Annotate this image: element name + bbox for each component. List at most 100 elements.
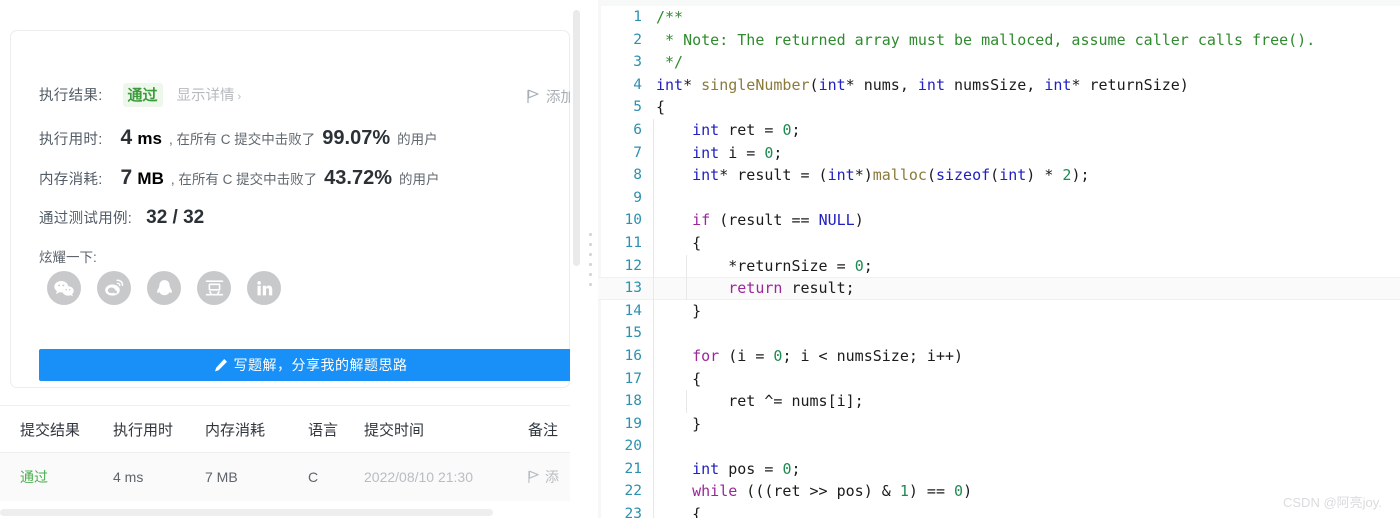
- code-line[interactable]: 10 if (result == NULL): [598, 209, 1400, 232]
- cell-note-button[interactable]: 添: [528, 467, 559, 487]
- code-token: for: [692, 346, 720, 365]
- col-header-memory: 内存消耗: [205, 421, 266, 439]
- col-header-runtime: 执行用时: [113, 421, 174, 439]
- testcases-row: 通过测试用例: 32 / 32: [39, 207, 204, 229]
- code-line[interactable]: 11 {: [598, 231, 1400, 255]
- code-token: ;: [791, 459, 801, 478]
- col-header-result: 提交结果: [20, 421, 81, 439]
- code-token: int: [692, 166, 720, 185]
- indent-guide: [653, 457, 654, 481]
- code-line[interactable]: 9: [598, 186, 1400, 210]
- code-line[interactable]: 17 {: [598, 367, 1400, 391]
- code-line[interactable]: 15: [598, 322, 1400, 345]
- code-line[interactable]: 14 }: [598, 299, 1400, 323]
- code-line[interactable]: 8 int* result = (int*)malloc(sizeof(int)…: [598, 164, 1400, 187]
- code-line-text: int ret = 0;: [656, 119, 800, 142]
- code-token: ;: [773, 143, 783, 162]
- douban-icon[interactable]: [197, 271, 231, 305]
- runtime-row: 执行用时: 4 ms , 在所有 C 提交中击败了 99.07% 的用户: [39, 126, 438, 150]
- col-header-time: 提交时间: [364, 421, 425, 439]
- code-token: (((ret >> pos) &: [737, 482, 900, 501]
- line-number: 17: [624, 370, 642, 387]
- code-line-text: {: [656, 232, 701, 255]
- wechat-icon[interactable]: [47, 271, 81, 305]
- code-line[interactable]: 1 /**: [598, 6, 1400, 29]
- code-token: * nums,: [845, 75, 918, 94]
- code-line[interactable]: 4 int* singleNumber(int* nums, int numsSi…: [598, 74, 1400, 97]
- code-token: numsSize,: [945, 75, 1045, 94]
- code-token: *: [683, 75, 702, 94]
- memory-percentile: 43.72%: [324, 167, 392, 189]
- code-line[interactable]: 7 int i = 0;: [598, 141, 1400, 165]
- status-badge: 通过: [122, 83, 163, 107]
- indent-guide: [653, 299, 654, 323]
- code-token: ret =: [719, 120, 783, 139]
- memory-unit: MB: [137, 169, 164, 188]
- code-token: int: [656, 75, 684, 94]
- pane-resize-handle[interactable]: [582, 0, 598, 518]
- flag-icon: [528, 470, 539, 483]
- code-token: /**: [656, 8, 684, 26]
- cell-time: 2022/08/10 21:30: [364, 469, 473, 485]
- code-line[interactable]: 5{: [598, 96, 1400, 119]
- runtime-comparison-text: , 在所有 C 提交中击败了: [169, 132, 316, 147]
- code-line-text: * Note: The returned array must be mallo…: [656, 29, 1315, 52]
- cell-result[interactable]: 通过: [20, 467, 48, 487]
- indent-guide: [653, 412, 654, 436]
- add-note-label: 添加: [546, 90, 570, 106]
- code-line-text: while (((ret >> pos) & 1) == 0): [656, 480, 972, 503]
- code-token: (: [990, 166, 1000, 185]
- show-detail-link[interactable]: 显示详情 ›: [177, 84, 242, 105]
- indent-guide: [653, 231, 654, 255]
- code-line[interactable]: 22 while (((ret >> pos) & 1) == 0): [598, 480, 1400, 504]
- linkedin-icon[interactable]: [247, 271, 281, 305]
- memory-row: 内存消耗: 7 MB , 在所有 C 提交中击败了 43.72% 的用户: [39, 166, 439, 190]
- code-line[interactable]: 12 *returnSize = 0;: [598, 254, 1400, 278]
- code-line[interactable]: 16 for (i = 0; i < numsSize; i++): [598, 344, 1400, 368]
- code-line[interactable]: 3 */: [598, 51, 1400, 74]
- code-line[interactable]: 18 ret ^= nums[i];: [598, 390, 1400, 413]
- line-number: 14: [624, 302, 642, 319]
- table-row[interactable]: 通过 4 ms 7 MB C 2022/08/10 21:30 添: [0, 453, 570, 501]
- code-token: while: [692, 482, 738, 501]
- memory-value: 7: [120, 166, 133, 189]
- code-line-text: *returnSize = 0;: [656, 255, 873, 278]
- line-number: 9: [633, 189, 642, 206]
- flaunt-label: 炫耀一下:: [39, 250, 97, 265]
- horizontal-scrollbar-thumb[interactable]: [0, 509, 493, 516]
- code-line[interactable]: 2 * Note: The returned array must be mal…: [598, 29, 1400, 52]
- indent-guide: [653, 186, 654, 210]
- code-token: * Note: The returned array must be mallo…: [656, 30, 1316, 49]
- weibo-icon[interactable]: [97, 271, 131, 305]
- code-line[interactable]: 6 int ret = 0;: [598, 118, 1400, 142]
- indent-guide: [653, 209, 654, 232]
- indent-guide: [653, 118, 654, 142]
- write-solution-button[interactable]: 写题解，分享我的解题思路: [39, 349, 570, 381]
- code-line[interactable]: 19 }: [598, 412, 1400, 436]
- code-line[interactable]: 13 return result;: [598, 277, 1400, 300]
- code-token: int: [827, 166, 855, 185]
- code-token: }: [656, 301, 702, 320]
- runtime-value: 4: [120, 126, 133, 149]
- vertical-scrollbar-thumb[interactable]: [573, 10, 580, 266]
- indent-guide: [653, 367, 654, 391]
- line-number: 16: [624, 347, 642, 364]
- code-line[interactable]: 20: [598, 435, 1400, 458]
- table-header-row: 提交结果 执行用时 内存消耗 语言 提交时间 备注: [0, 405, 570, 453]
- add-note-button[interactable]: 添加: [527, 86, 570, 107]
- code-line[interactable]: 23 {: [598, 503, 1400, 518]
- code-token: }: [656, 414, 702, 433]
- code-token: if: [692, 211, 711, 230]
- code-line[interactable]: 21 int pos = 0;: [598, 457, 1400, 481]
- memory-users-text: 的用户: [398, 172, 440, 187]
- code-token: int: [692, 120, 720, 139]
- code-editor-pane[interactable]: 1 /** 2 * Note: The returned array must be…: [598, 0, 1400, 518]
- flag-icon: [527, 89, 539, 103]
- show-detail-label: 显示详情: [176, 88, 235, 104]
- code-token: ) ==: [908, 482, 955, 501]
- qq-icon[interactable]: [147, 271, 181, 305]
- code-line-text: int* singleNumber(int* nums, int numsSiz…: [656, 74, 1189, 97]
